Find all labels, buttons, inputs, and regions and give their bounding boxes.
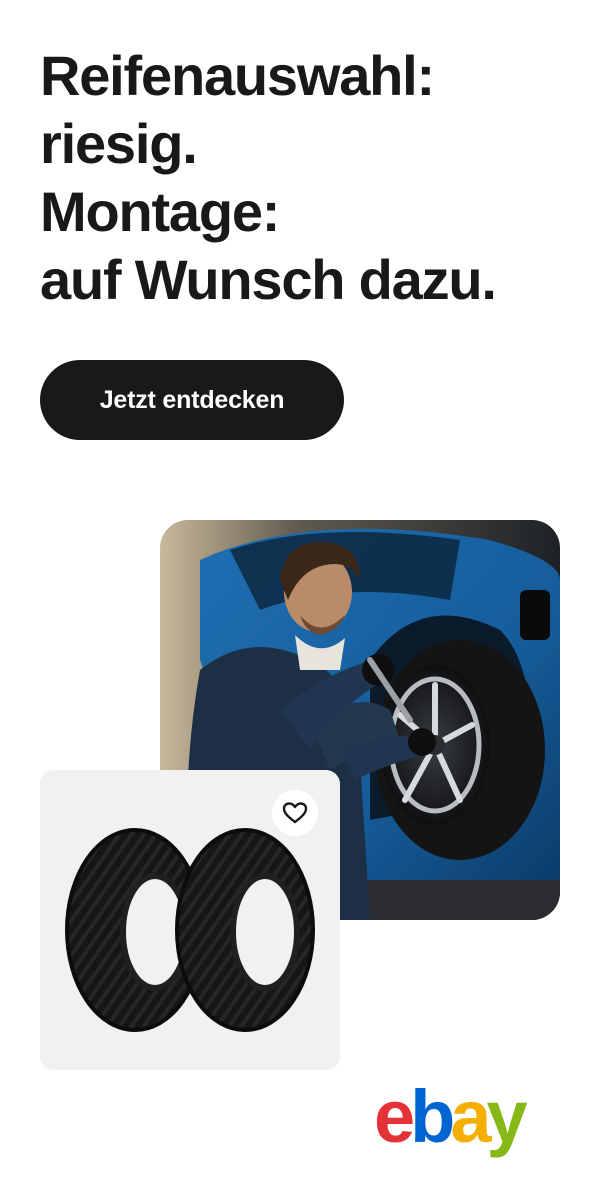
heart-icon (282, 802, 308, 824)
discover-button[interactable]: Jetzt entdecken (40, 360, 344, 440)
headline: Reifenauswahl: riesig. Montage: auf Wuns… (40, 42, 580, 314)
headline-line-3: Montage: (40, 180, 280, 243)
svg-text:ebay: ebay (374, 1080, 528, 1158)
headline-line-4: auf Wunsch dazu. (40, 248, 497, 311)
headline-line-2: riesig. (40, 112, 198, 175)
ebay-logo[interactable]: ebay (374, 1080, 560, 1160)
discover-button-label: Jetzt entdecken (99, 385, 285, 414)
logo-letter-y: y (487, 1080, 528, 1158)
logo-letter-e: e (374, 1080, 413, 1158)
favorite-button[interactable] (272, 790, 318, 836)
product-card[interactable] (40, 770, 340, 1070)
logo-letter-b: b (410, 1080, 453, 1158)
headline-line-1: Reifenauswahl: (40, 44, 435, 107)
